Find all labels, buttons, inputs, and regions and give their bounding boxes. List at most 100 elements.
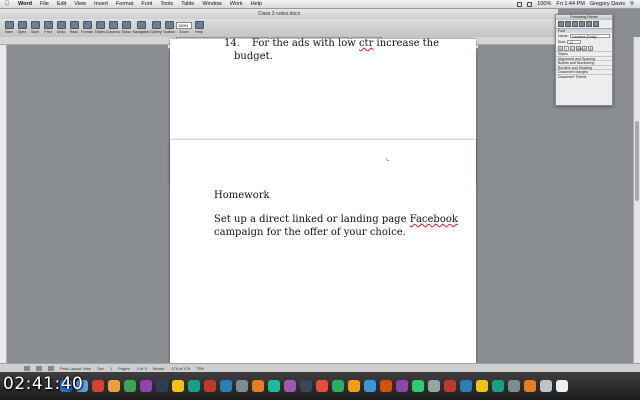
new-button[interactable]: New [3,21,15,34]
dock-app-icon[interactable] [284,380,296,392]
dock-app-icon[interactable] [396,380,408,392]
menu-insert[interactable]: Insert [90,1,112,7]
dock-app-icon[interactable] [172,380,184,392]
vertical-scrollbar[interactable] [633,37,640,363]
dock-app-icon[interactable] [140,380,152,392]
dock-app-icon[interactable] [556,380,568,392]
document-canvas[interactable]: 14. For the ads with low ctr increase th… [7,38,633,380]
wifi-icon[interactable] [517,1,523,7]
font-color-button[interactable]: A [588,45,593,51]
menu-edit[interactable]: Edit [53,1,70,7]
dock-app-icon[interactable] [220,380,232,392]
print-button[interactable]: Print [42,21,54,34]
bold-button[interactable]: B [558,45,563,51]
dock-app-icon[interactable] [412,380,424,392]
palette-tool-icon[interactable] [572,21,578,27]
dock-app-icon[interactable] [540,380,552,392]
menu-app[interactable]: Word [14,1,36,7]
highlight-button[interactable]: A [582,45,587,51]
gallery-button[interactable]: Gallery [150,21,162,34]
open-button[interactable]: Open [16,21,28,34]
spotlight-icon[interactable]: ⚲ [630,1,634,7]
status-bar: Print Layout View Sec 1 Pages: 3 of 3 Wo… [0,363,640,372]
section-value: 1 [109,365,113,371]
misspelled-word[interactable]: ctr [359,38,373,49]
dock-app-icon[interactable] [268,380,280,392]
track-changes-indicator[interactable]: TRK [196,366,204,371]
menu-tools[interactable]: Tools [156,1,177,7]
menu-window[interactable]: Window [198,1,226,7]
italic-button[interactable]: I [564,45,569,51]
dock-app-icon[interactable] [380,380,392,392]
redo-button[interactable]: Redo [68,21,80,34]
dock-app-icon[interactable] [92,380,104,392]
print-layout-view-icon[interactable] [48,365,54,371]
menu-font[interactable]: Font [137,1,156,7]
menu-format[interactable]: Format [112,1,137,7]
formatting-palette[interactable]: Formatting Palette Font Name: Cambria (B… [555,14,613,106]
palette-tool-icon[interactable] [558,21,564,27]
dock-app-icon[interactable] [492,380,504,392]
underline-button[interactable]: U [570,45,575,51]
save-button[interactable]: Save [29,21,41,34]
dock-app-icon[interactable] [252,380,264,392]
strikethrough-button[interactable]: ABC [576,45,584,51]
dock-app-icon[interactable] [444,380,456,392]
outline-view-icon[interactable] [36,365,42,371]
misspelled-word[interactable]: Facebook [410,214,458,225]
palette-tool-icon[interactable] [593,21,599,27]
help-button[interactable]: Help [193,21,205,34]
homework-line-1[interactable]: Set up a direct linked or landing page F… [214,214,458,227]
dock-app-icon[interactable] [316,380,328,392]
dock-app-icon[interactable] [460,380,472,392]
menu-table[interactable]: Table [177,1,198,7]
menu-clock[interactable]: Fri 1:44 PM [556,1,584,7]
font-size-field[interactable]: 12 [567,39,581,45]
dock-app-icon[interactable] [236,380,248,392]
draft-view-icon[interactable] [24,365,30,371]
dock-app-icon[interactable] [364,380,376,392]
dock-app-icon[interactable] [188,380,200,392]
dock-app-icon[interactable] [332,380,344,392]
apple-menu-icon[interactable]:  [0,1,14,7]
dock-app-icon[interactable] [524,380,536,392]
zoom-input[interactable]: 150% [176,22,192,29]
menu-work[interactable]: Work [226,1,247,7]
list-item-text[interactable]: For the ads with low ctr increase the [252,38,439,49]
menu-view[interactable]: View [70,1,90,7]
dock-app-icon[interactable] [156,380,168,392]
dock-app-icon[interactable] [348,380,360,392]
volume-icon[interactable] [527,1,533,7]
menu-help[interactable]: Help [247,1,266,7]
dock-app-icon[interactable] [300,380,312,392]
homework-line-2[interactable]: campaign for the offer of your choice. [214,227,406,240]
dock-app-icon[interactable] [124,380,136,392]
battery-status[interactable]: 100% [537,1,551,7]
navigation-button[interactable]: Navigation [133,21,150,34]
list-item-continuation[interactable]: budget. [234,51,273,62]
vertical-ruler[interactable] [0,45,7,363]
menu-user[interactable]: Gregory Davis [590,1,625,7]
palette-tool-icon[interactable] [579,21,585,27]
menu-file[interactable]: File [36,1,53,7]
undo-button[interactable]: Undo [55,21,67,34]
toolbox-button[interactable]: Toolbox [163,21,175,34]
columns-button[interactable]: Columns [106,21,120,34]
page-3[interactable]: Homework Set up a direct linked or landi… [170,140,476,380]
dock-app-icon[interactable] [428,380,440,392]
dock-app-icon[interactable] [476,380,488,392]
dock-app-icon[interactable] [508,380,520,392]
zoom-control[interactable]: 150% Zoom [176,21,192,34]
font-name-field[interactable]: Cambria (Body) [569,33,610,39]
palette-tool-icon[interactable] [586,21,592,27]
scrollbar-thumb[interactable] [635,121,639,201]
tables-button[interactable]: Tables [94,21,106,34]
format-button[interactable]: Format [81,21,93,34]
dock-app-icon[interactable] [108,380,120,392]
words-value[interactable]: 179 of 179 [171,366,190,371]
dock-app-icon[interactable] [204,380,216,392]
palette-tool-icon[interactable] [565,21,571,27]
homework-heading[interactable]: Homework [214,190,270,203]
show-button[interactable]: Show [120,21,132,34]
section-theme[interactable]: Document Theme [556,73,612,79]
